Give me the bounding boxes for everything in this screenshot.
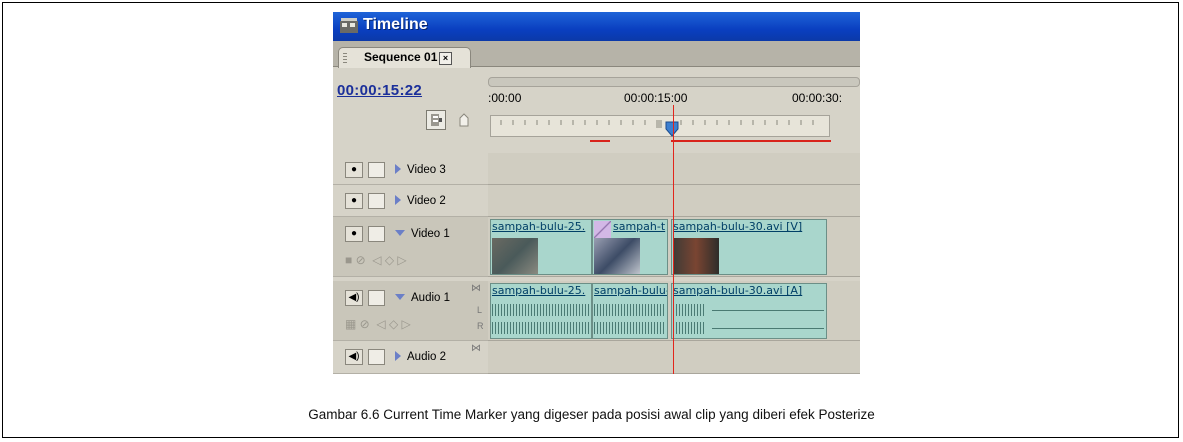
waveform-right	[594, 322, 666, 334]
keyframe-controls[interactable]: ■ ⊘ ◁ ◇ ▷	[345, 253, 407, 267]
ruler-label-30: 00:00:30:	[792, 91, 843, 105]
expand-triangle-icon[interactable]	[395, 351, 401, 361]
expand-triangle-icon[interactable]	[395, 195, 401, 205]
transition-icon[interactable]	[594, 221, 611, 238]
track-lock-toggle[interactable]	[368, 349, 385, 365]
lane-video-1[interactable]: sampah-bulu-25. sampah-t sampah-bulu-30.…	[488, 217, 860, 277]
channel-right-label: R	[477, 321, 484, 331]
waveform-left	[594, 304, 666, 316]
clip-audio-c[interactable]: sampah-bulu-30.avi [A]	[671, 283, 827, 339]
collapse-triangle-icon[interactable]	[395, 230, 405, 236]
silent-line	[712, 328, 824, 329]
lane-video-3[interactable]	[488, 153, 860, 185]
clip-video-b[interactable]: sampah-t	[592, 219, 668, 275]
keyframe-controls[interactable]: ▦ ⊘ ◁ ◇ ▷	[345, 317, 411, 331]
clip-video-c[interactable]: sampah-bulu-30.avi [V]	[671, 219, 827, 275]
expand-triangle-icon[interactable]	[395, 164, 401, 174]
figure-caption: Gambar 6.6 Current Time Marker yang dige…	[308, 407, 875, 422]
lane-video-2[interactable]	[488, 185, 860, 217]
track-name[interactable]: Audio 2	[395, 351, 446, 363]
timeline-app-icon	[340, 18, 358, 33]
speaker-icon[interactable]: ◀)	[345, 349, 363, 365]
lane-audio-1[interactable]: L R sampah-bulu-25. sampah-bulu- sampah-…	[477, 281, 860, 341]
set-marker-icon[interactable]	[459, 113, 469, 127]
title-bar[interactable]: Timeline	[333, 12, 860, 41]
current-time-indicator-head[interactable]	[664, 121, 680, 137]
clip-video-a[interactable]: sampah-bulu-25.	[490, 219, 592, 275]
track-video-1: ● Video 1 ■ ⊘ ◁ ◇ ▷	[333, 217, 488, 277]
clip-label: sampah-t	[613, 220, 666, 233]
track-video-3: ● Video 3	[333, 153, 488, 185]
zoom-scrollbar[interactable]	[488, 77, 860, 87]
snap-icon	[431, 114, 442, 126]
clip-thumbnail	[673, 238, 719, 274]
clip-audio-b[interactable]: sampah-bulu-	[592, 283, 668, 339]
eye-icon[interactable]: ●	[345, 193, 363, 209]
eye-icon[interactable]: ●	[345, 162, 363, 178]
clip-label: sampah-bulu-	[594, 284, 668, 297]
waveform-right	[492, 322, 590, 334]
render-bar-segment-2	[671, 140, 831, 142]
clip-label: sampah-bulu-25.	[492, 284, 586, 297]
track-lock-toggle[interactable]	[368, 226, 385, 242]
eye-icon[interactable]: ●	[345, 226, 363, 242]
clip-label: sampah-bulu-30.avi [V]	[673, 220, 803, 233]
ruler-ticks	[500, 120, 814, 128]
render-bar-segment-1	[590, 140, 610, 142]
sync-lock-icon[interactable]: ⋈	[471, 343, 481, 354]
waveform-right	[673, 322, 706, 334]
tab-close-button[interactable]: ×	[439, 52, 452, 65]
track-audio-1: ◀) Audio 1 ▦ ⊘ ◁ ◇ ▷ ⋈	[333, 281, 488, 341]
ruler-label-15: 00:00:15:00	[624, 91, 688, 105]
channel-left-label: L	[477, 305, 483, 315]
tab-sequence-01[interactable]: Sequence 01 ×	[338, 47, 471, 68]
timeline-window: Timeline Sequence 01 × 00:00:15:22 :00:0…	[333, 12, 860, 374]
track-audio-2: ◀) Audio 2 ⋈	[333, 341, 488, 374]
current-time-line[interactable]	[673, 105, 674, 374]
clip-label: sampah-bulu-25.	[492, 220, 586, 233]
speaker-icon[interactable]: ◀)	[345, 290, 363, 306]
clip-audio-a[interactable]: sampah-bulu-25.	[490, 283, 592, 339]
clip-thumbnail	[492, 238, 538, 274]
collapse-triangle-icon[interactable]	[395, 294, 405, 300]
clip-label: sampah-bulu-30.avi [A]	[673, 284, 803, 297]
track-lock-toggle[interactable]	[368, 162, 385, 178]
track-lock-toggle[interactable]	[368, 290, 385, 306]
clip-thumbnail	[594, 238, 640, 274]
ruler-label-0: :00:00	[488, 91, 522, 105]
track-name[interactable]: Video 2	[395, 195, 446, 207]
window-title: Timeline	[363, 16, 428, 33]
waveform-left	[492, 304, 590, 316]
current-time-display[interactable]: 00:00:15:22	[337, 82, 422, 99]
track-name[interactable]: Audio 1	[395, 292, 450, 304]
track-lock-toggle[interactable]	[368, 193, 385, 209]
track-video-2: ● Video 2	[333, 185, 488, 217]
track-name[interactable]: Video 3	[395, 164, 446, 176]
lane-audio-2[interactable]	[488, 341, 860, 374]
work-area-bar[interactable]	[490, 115, 830, 137]
tab-grip-icon[interactable]	[343, 53, 347, 63]
time-ruler[interactable]: :00:00 00:00:15:00 00:00:30:	[488, 77, 860, 157]
waveform-left	[673, 304, 706, 316]
tab-label: Sequence 01	[364, 50, 438, 64]
silent-line	[712, 310, 824, 311]
snap-button[interactable]	[426, 110, 446, 130]
sync-lock-icon[interactable]: ⋈	[471, 283, 481, 294]
track-name[interactable]: Video 1	[395, 228, 450, 240]
tab-strip: Sequence 01 ×	[333, 41, 860, 68]
